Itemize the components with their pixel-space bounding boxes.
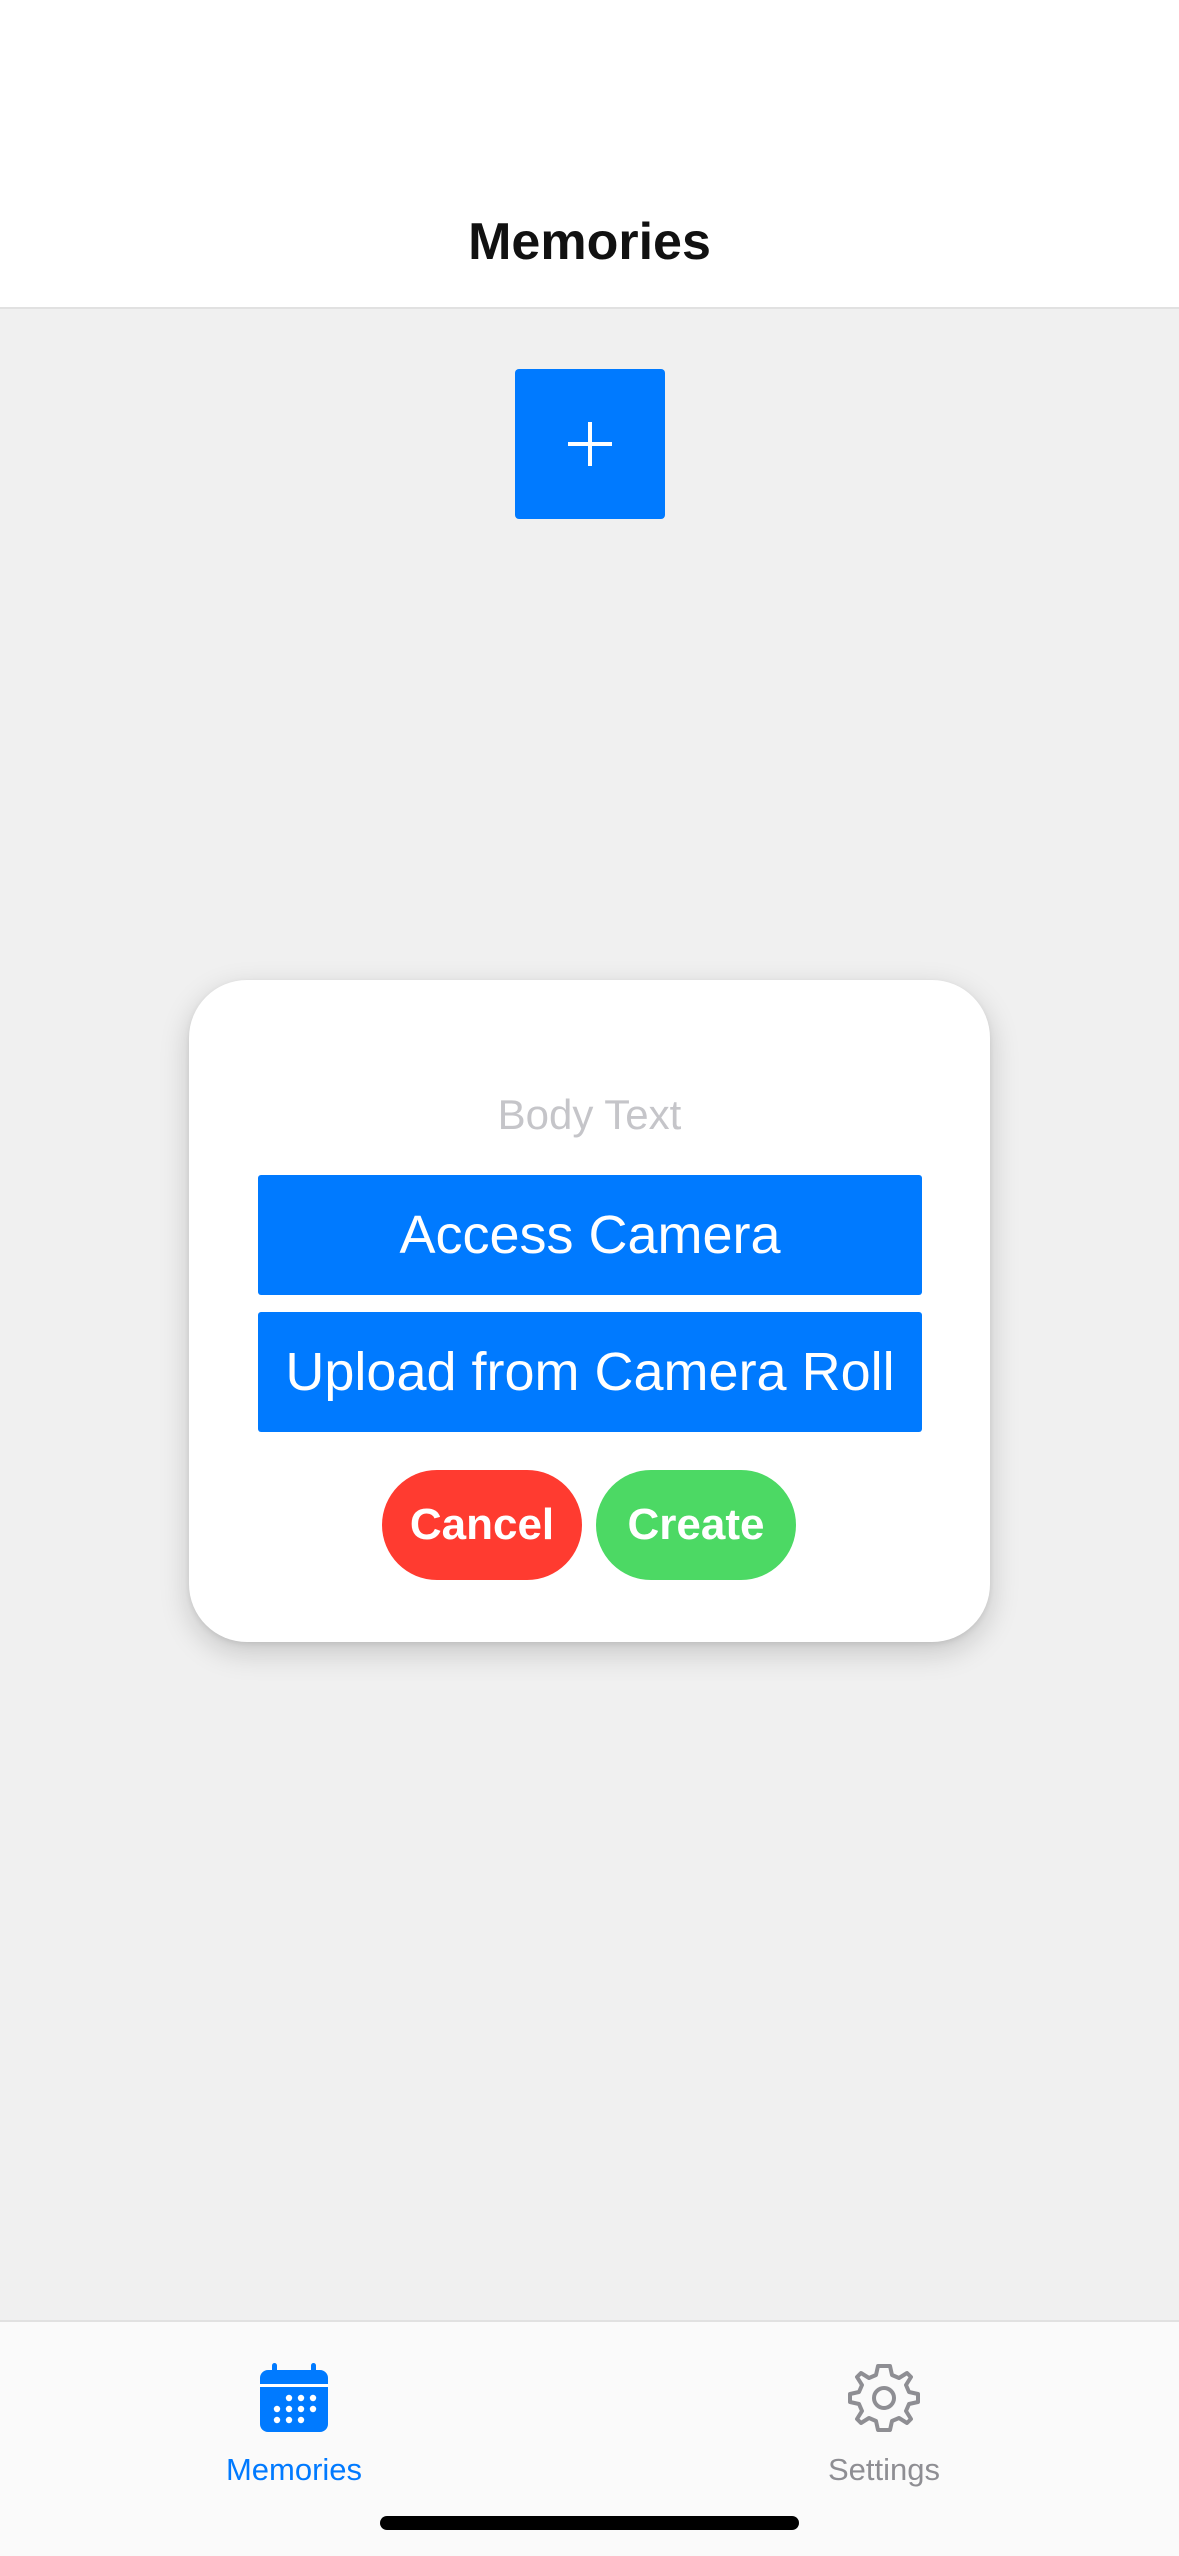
home-indicator: [380, 2516, 799, 2530]
tab-memories-label: Memories: [225, 2452, 363, 2487]
tab-settings-label: Settings: [827, 2452, 940, 2487]
screen: Memories Body Text Access Camera Upload …: [0, 0, 1179, 2556]
navigation-bar: Memories: [0, 0, 1179, 309]
tab-settings[interactable]: Settings: [734, 2340, 1034, 2500]
tab-memories[interactable]: Memories: [144, 2340, 444, 2500]
create-button[interactable]: Create: [596, 1470, 796, 1580]
cancel-button[interactable]: Cancel: [382, 1470, 582, 1580]
plus-icon: [568, 422, 612, 466]
new-memory-dialog: Body Text Access Camera Upload from Came…: [189, 980, 990, 1642]
access-camera-button[interactable]: Access Camera: [258, 1175, 922, 1295]
upload-camera-roll-button[interactable]: Upload from Camera Roll: [258, 1312, 922, 1432]
calendar-icon: [260, 2363, 328, 2432]
gear-icon: [848, 2364, 920, 2432]
dialog-body-text: Body Text: [497, 1091, 682, 1138]
page-title: Memories: [468, 213, 711, 271]
add-memory-button[interactable]: [515, 369, 665, 519]
